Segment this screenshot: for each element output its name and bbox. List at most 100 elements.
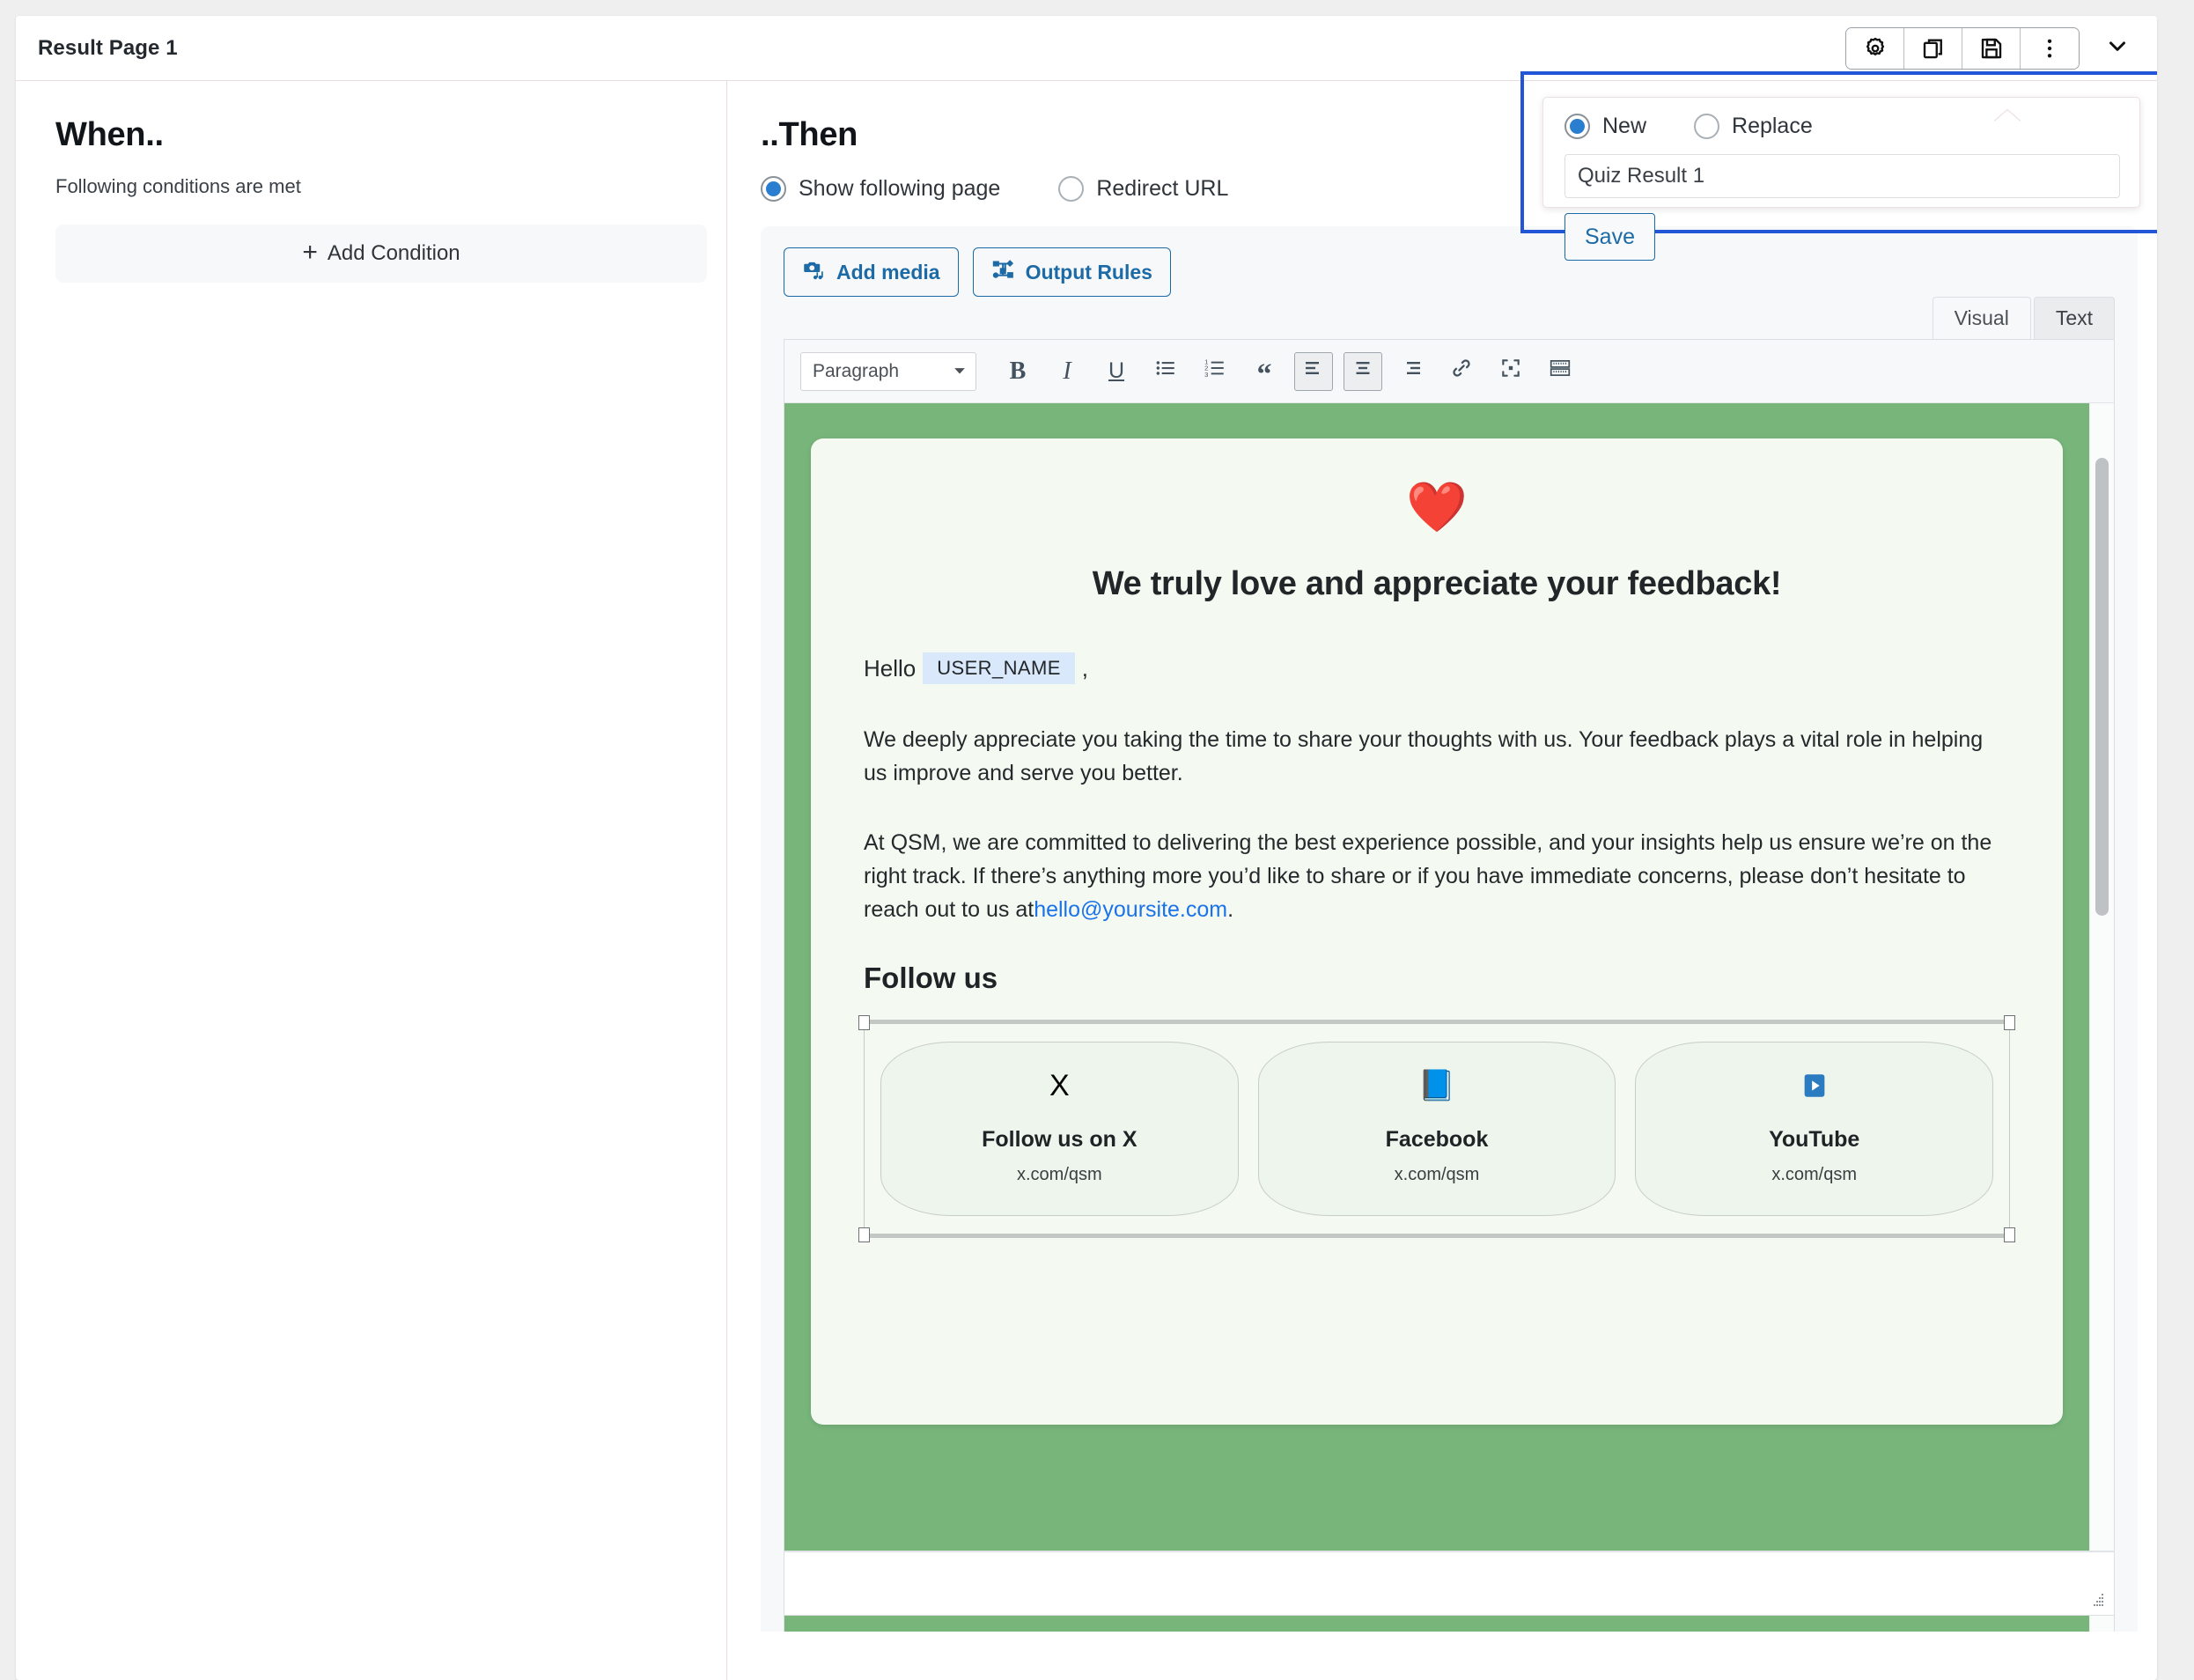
- radio-indicator: [761, 176, 786, 202]
- social-card-facebook[interactable]: 📘 Facebook x.com/qsm: [1257, 1042, 1616, 1217]
- when-panel: When.. Following conditions are met + Ad…: [16, 81, 727, 1680]
- bullet-list-button[interactable]: [1146, 352, 1185, 391]
- bold-button[interactable]: B: [998, 352, 1037, 391]
- gear-icon: [1862, 35, 1888, 62]
- copy-icon: [1920, 35, 1947, 62]
- more-options-button[interactable]: [2021, 27, 2079, 69]
- x-logo-icon: X: [1049, 1069, 1070, 1103]
- social-url: x.com/qsm: [1394, 1165, 1480, 1185]
- email-template-card: ❤️ We truly love and appreciate your fee…: [811, 438, 2063, 1425]
- when-subtitle: Following conditions are met: [55, 175, 301, 197]
- editor-scrollbar-thumb[interactable]: [2095, 458, 2109, 916]
- underline-button[interactable]: U: [1097, 352, 1136, 391]
- tab-text[interactable]: Text: [2033, 297, 2115, 339]
- social-links-block[interactable]: X Follow us on X x.com/qsm 📘 Facebook x.…: [858, 1015, 2015, 1243]
- editor-canvas: ❤️ We truly love and appreciate your fee…: [784, 403, 2114, 1632]
- greeting-prefix: Hello: [864, 654, 917, 682]
- greeting-suffix: ,: [1081, 654, 1089, 682]
- editor-document[interactable]: ❤️ We truly love and appreciate your fee…: [784, 403, 2089, 1632]
- more-vertical-icon: [2036, 35, 2063, 62]
- chevron-down-icon: [2104, 33, 2131, 63]
- radio-indicator: [1565, 114, 1590, 139]
- numbered-list-button[interactable]: 1 2 3: [1196, 352, 1234, 391]
- radio-indicator: [1058, 176, 1085, 202]
- social-name: Facebook: [1385, 1127, 1489, 1153]
- toolbar-toggle-button[interactable]: [1541, 352, 1579, 391]
- italic-button[interactable]: I: [1048, 352, 1086, 391]
- email-title: We truly love and appreciate your feedba…: [1092, 565, 1782, 602]
- output-rules-button[interactable]: Output Rules: [972, 247, 1171, 297]
- save-mode-radios: New Replace: [1565, 114, 2118, 139]
- social-card-x[interactable]: X Follow us on X x.com/qsm: [880, 1042, 1239, 1217]
- social-url: x.com/qsm: [1771, 1165, 1858, 1185]
- resize-handle-bottom-right[interactable]: [2004, 1227, 2015, 1243]
- blockquote-button[interactable]: “: [1245, 352, 1284, 391]
- youtube-logo-icon: [1645, 1071, 1984, 1104]
- align-right-icon: [1402, 357, 1423, 385]
- header-icon-group: [1845, 26, 2080, 70]
- when-heading: When..: [55, 116, 164, 153]
- social-name: YouTube: [1769, 1127, 1860, 1153]
- social-card-youtube[interactable]: YouTube x.com/qsm: [1635, 1042, 1994, 1217]
- rich-text-editor: Paragraph B I U 1 2 3 “ ❤️ We truly love…: [784, 339, 2115, 1632]
- output-rules-icon: [991, 258, 1015, 287]
- add-media-button[interactable]: Add media: [784, 247, 959, 297]
- social-url: x.com/qsm: [1016, 1165, 1102, 1185]
- page-title: Result Page 1: [38, 35, 178, 60]
- radio-label: Redirect URL: [1096, 176, 1229, 201]
- editor-wrapper: Add media Output Rules Visual Text Parag…: [761, 226, 2138, 1632]
- paragraph-2-period: .: [1227, 897, 1234, 922]
- editor-scrollbar[interactable]: [2089, 403, 2114, 1632]
- fullscreen-icon: [1499, 357, 1522, 386]
- add-condition-button[interactable]: + Add Condition: [55, 225, 707, 283]
- resize-handle-top-left[interactable]: [858, 1015, 870, 1031]
- collapse-button[interactable]: [2099, 30, 2136, 67]
- add-media-icon: [802, 258, 826, 287]
- plus-icon: +: [302, 238, 318, 267]
- save-result-popover: New Replace Save: [1520, 71, 2157, 261]
- save-popover-card: New Replace Save: [1542, 97, 2140, 261]
- tab-visual[interactable]: Visual: [1932, 297, 2031, 339]
- svg-text:3: 3: [1204, 371, 1208, 379]
- align-center-button[interactable]: [1344, 351, 1382, 391]
- format-select[interactable]: Paragraph: [800, 351, 976, 391]
- chevron-down-icon: [953, 361, 966, 382]
- follow-us-heading: Follow us: [864, 962, 998, 995]
- facebook-logo-icon: 📘: [1417, 1069, 1456, 1103]
- radio-show-following-page[interactable]: Show following page: [761, 176, 1000, 202]
- settings-button[interactable]: [1846, 27, 1904, 69]
- result-page-card: Result Page 1 When.. Following condition…: [16, 16, 2157, 1680]
- email-greeting: Hello USER_NAME ,: [864, 652, 2010, 684]
- align-left-button[interactable]: [1294, 351, 1333, 391]
- body-split: When.. Following conditions are met + Ad…: [16, 81, 2157, 1680]
- save-button[interactable]: [1962, 27, 2021, 69]
- social-name: Follow us on X: [982, 1127, 1137, 1153]
- align-right-button[interactable]: [1393, 352, 1432, 391]
- editor-resize-grip[interactable]: [2089, 1592, 2105, 1608]
- format-select-value: Paragraph: [813, 360, 900, 381]
- duplicate-button[interactable]: [1904, 27, 1962, 69]
- radio-indicator: [1694, 114, 1720, 139]
- save-result-button[interactable]: Save: [1565, 213, 1655, 261]
- add-condition-label: Add Condition: [327, 241, 460, 265]
- align-center-icon: [1352, 357, 1373, 385]
- editor-status-bar: [784, 1551, 2115, 1616]
- social-links-row: X Follow us on X x.com/qsm 📘 Facebook x.…: [880, 1042, 1994, 1217]
- header-actions: [1845, 26, 2136, 70]
- output-rules-label: Output Rules: [1025, 260, 1152, 284]
- resize-handle-bottom-left[interactable]: [858, 1227, 870, 1243]
- contact-email-link[interactable]: hello@yoursite.com: [1034, 897, 1227, 922]
- result-name-input[interactable]: [1565, 154, 2120, 198]
- email-paragraph-2: At QSM, we are committed to delivering t…: [864, 826, 2010, 927]
- editor-mode-tabs: Visual Text: [1930, 297, 2115, 339]
- merge-tag-user-name[interactable]: USER_NAME: [923, 652, 1075, 684]
- resize-handle-top-right[interactable]: [2004, 1015, 2015, 1031]
- align-left-icon: [1303, 357, 1324, 385]
- radio-redirect-url[interactable]: Redirect URL: [1058, 176, 1228, 202]
- fullscreen-button[interactable]: [1491, 352, 1530, 391]
- numbered-list-icon: 1 2 3: [1204, 357, 1226, 386]
- radio-new[interactable]: New: [1565, 114, 1646, 139]
- insert-link-button[interactable]: [1442, 352, 1481, 391]
- editor-toolbar: Paragraph B I U 1 2 3 “: [784, 340, 2114, 403]
- radio-replace[interactable]: Replace: [1694, 114, 1813, 139]
